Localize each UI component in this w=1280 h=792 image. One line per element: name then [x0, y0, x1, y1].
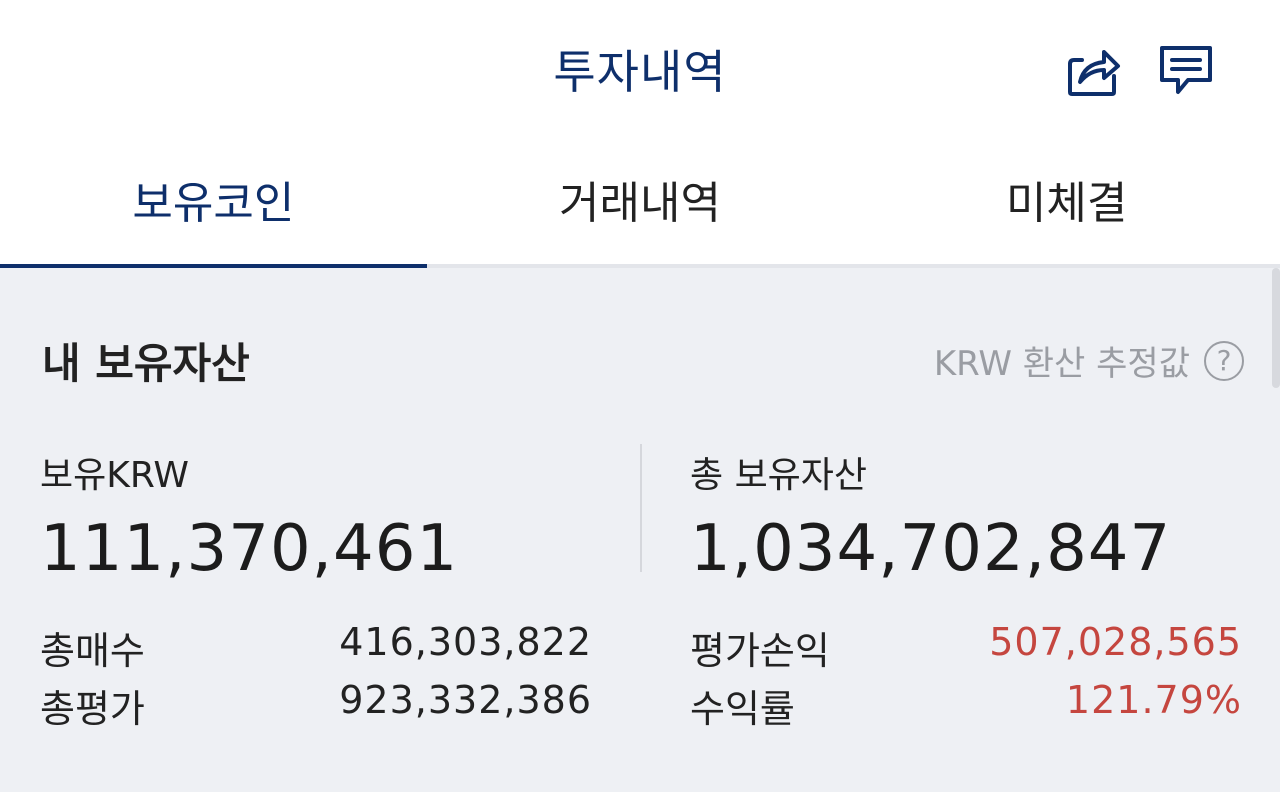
total-eval-row: 총평가 923,332,386 — [40, 678, 592, 733]
total-assets-label: 총 보유자산 — [690, 455, 868, 496]
total-eval-label: 총평가 — [40, 687, 145, 731]
total-buy-value: 416,303,822 — [339, 620, 592, 664]
total-assets-value: 1,034,702,847 — [690, 512, 1172, 586]
total-buy-label: 총매수 — [40, 629, 145, 673]
holding-krw-block: 보유KRW 111,370,461 — [40, 446, 600, 586]
column-divider — [640, 444, 642, 572]
header: 투자내역 — [0, 0, 1280, 140]
share-icon[interactable] — [1062, 40, 1122, 100]
pnl-label: 평가손익 — [690, 629, 830, 673]
chat-icon[interactable] — [1156, 40, 1216, 100]
assets-panel: 내 보유자산 KRW 환산 추정값 ? 보유KRW 111,370,461 총 … — [0, 268, 1280, 792]
return-row: 수익률 121.79% — [690, 678, 1242, 733]
app-root: 투자내역 보유코인 거래내역 미체결 내 보유자산 KRW 환산 추정값 ? 보… — [0, 0, 1280, 792]
total-buy-row: 총매수 416,303,822 — [40, 620, 592, 675]
return-value: 121.79% — [1065, 678, 1242, 722]
krw-note-label: KRW 환산 추정값 — [933, 344, 1190, 384]
total-assets-block: 총 보유자산 1,034,702,847 — [690, 446, 1245, 586]
krw-estimate-note[interactable]: KRW 환산 추정값 ? — [934, 336, 1244, 385]
tab-open-orders[interactable]: 미체결 — [853, 140, 1280, 264]
total-eval-value: 923,332,386 — [339, 678, 592, 722]
pnl-value: 507,028,565 — [989, 620, 1242, 664]
holding-krw-value: 111,370,461 — [40, 512, 459, 586]
pnl-row: 평가손익 507,028,565 — [690, 620, 1242, 675]
scrollbar[interactable] — [1272, 268, 1280, 388]
return-label: 수익률 — [690, 687, 795, 731]
tab-holdings[interactable]: 보유코인 — [0, 140, 427, 268]
help-icon[interactable]: ? — [1204, 340, 1244, 381]
section-title: 내 보유자산 — [42, 339, 250, 388]
tab-bar: 보유코인 거래내역 미체결 — [0, 140, 1280, 268]
tab-trade-history[interactable]: 거래내역 — [427, 140, 854, 264]
holding-krw-label: 보유KRW — [40, 455, 189, 496]
